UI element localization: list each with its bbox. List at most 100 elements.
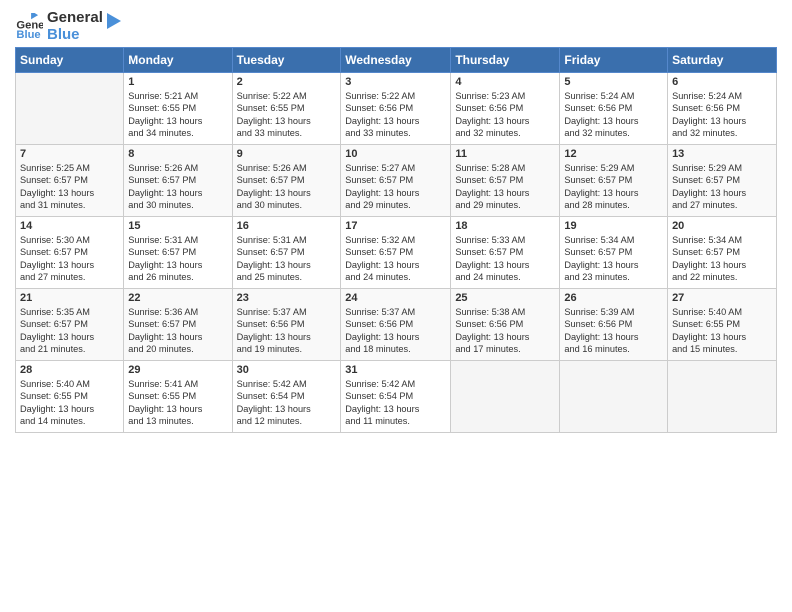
calendar-cell: 1Sunrise: 5:21 AM Sunset: 6:55 PM Daylig…: [124, 73, 232, 145]
cell-details: Sunrise: 5:22 AM Sunset: 6:56 PM Dayligh…: [345, 90, 446, 140]
day-number: 3: [345, 76, 446, 88]
cell-details: Sunrise: 5:37 AM Sunset: 6:56 PM Dayligh…: [345, 306, 446, 356]
cell-details: Sunrise: 5:30 AM Sunset: 6:57 PM Dayligh…: [20, 234, 119, 284]
calendar-cell: 13 Sunrise: 5:29 AM Sunset: 6:57 PM Dayli…: [668, 145, 777, 217]
day-number: 21: [20, 292, 119, 304]
calendar-cell: 5Sunrise: 5:24 AM Sunset: 6:56 PM Daylig…: [560, 73, 668, 145]
cell-details: Sunrise: 5:38 AM Sunset: 6:56 PM Dayligh…: [455, 306, 555, 356]
calendar-cell: [16, 73, 124, 145]
logo: General Blue General Blue: [15, 10, 125, 43]
col-header-thursday: Thursday: [451, 48, 560, 73]
cell-details: Sunrise: 5:40 AM Sunset: 6:55 PM Dayligh…: [672, 306, 772, 356]
cell-details: Sunrise: 5:26 AM Sunset: 6:57 PM Dayligh…: [128, 162, 227, 212]
logo-flag-icon: [103, 11, 125, 33]
calendar-cell: 11Sunrise: 5:28 AM Sunset: 6:57 PM Dayli…: [451, 145, 560, 217]
day-number: 23: [237, 292, 337, 304]
cell-details: Sunrise: 5:33 AM Sunset: 6:57 PM Dayligh…: [455, 234, 555, 284]
calendar-cell: 2Sunrise: 5:22 AM Sunset: 6:55 PM Daylig…: [232, 73, 341, 145]
cell-details: Sunrise: 5:24 AM Sunset: 6:56 PM Dayligh…: [672, 90, 772, 140]
day-number: 13: [672, 148, 772, 160]
day-number: 26: [564, 292, 663, 304]
calendar-header-row: SundayMondayTuesdayWednesdayThursdayFrid…: [16, 48, 777, 73]
cell-details: Sunrise: 5:29 AM Sunset: 6:57 PM Dayligh…: [672, 162, 772, 212]
cell-details: Sunrise: 5:29 AM Sunset: 6:57 PM Dayligh…: [564, 162, 663, 212]
cell-details: Sunrise: 5:34 AM Sunset: 6:57 PM Dayligh…: [564, 234, 663, 284]
week-row-4: 21Sunrise: 5:35 AM Sunset: 6:57 PM Dayli…: [16, 289, 777, 361]
week-row-2: 7 Sunrise: 5:25 AM Sunset: 6:57 PM Daylig…: [16, 145, 777, 217]
calendar-cell: 17 Sunrise: 5:32 AM Sunset: 6:57 PM Dayli…: [341, 217, 451, 289]
calendar-cell: 14 Sunrise: 5:30 AM Sunset: 6:57 PM Dayli…: [16, 217, 124, 289]
calendar-cell: 6 Sunrise: 5:24 AM Sunset: 6:56 PM Daylig…: [668, 73, 777, 145]
calendar-cell: [451, 361, 560, 433]
logo-general: General: [47, 10, 103, 27]
day-number: 19: [564, 220, 663, 232]
day-number: 4: [455, 76, 555, 88]
calendar-cell: 29 Sunrise: 5:41 AM Sunset: 6:55 PM Dayli…: [124, 361, 232, 433]
day-number: 17: [345, 220, 446, 232]
col-header-friday: Friday: [560, 48, 668, 73]
day-number: 12: [564, 148, 663, 160]
cell-details: Sunrise: 5:37 AM Sunset: 6:56 PM Dayligh…: [237, 306, 337, 356]
calendar-cell: 15 Sunrise: 5:31 AM Sunset: 6:57 PM Dayli…: [124, 217, 232, 289]
day-number: 27: [672, 292, 772, 304]
calendar-cell: 20 Sunrise: 5:34 AM Sunset: 6:57 PM Dayli…: [668, 217, 777, 289]
day-number: 18: [455, 220, 555, 232]
calendar-cell: 31 Sunrise: 5:42 AM Sunset: 6:54 PM Dayli…: [341, 361, 451, 433]
day-number: 31: [345, 364, 446, 376]
calendar-cell: 30 Sunrise: 5:42 AM Sunset: 6:54 PM Dayli…: [232, 361, 341, 433]
cell-details: Sunrise: 5:28 AM Sunset: 6:57 PM Dayligh…: [455, 162, 555, 212]
logo-text: General Blue: [47, 10, 103, 43]
calendar-cell: 7 Sunrise: 5:25 AM Sunset: 6:57 PM Daylig…: [16, 145, 124, 217]
day-number: 29: [128, 364, 227, 376]
page-container: General Blue General Blue SundayMondayTu…: [0, 0, 792, 443]
col-header-saturday: Saturday: [668, 48, 777, 73]
day-number: 25: [455, 292, 555, 304]
logo-icon: General Blue: [15, 13, 43, 41]
cell-details: Sunrise: 5:42 AM Sunset: 6:54 PM Dayligh…: [345, 378, 446, 428]
svg-text:Blue: Blue: [16, 29, 40, 41]
calendar-cell: 16 Sunrise: 5:31 AM Sunset: 6:57 PM Dayli…: [232, 217, 341, 289]
day-number: 10: [345, 148, 446, 160]
week-row-3: 14 Sunrise: 5:30 AM Sunset: 6:57 PM Dayli…: [16, 217, 777, 289]
cell-details: Sunrise: 5:32 AM Sunset: 6:57 PM Dayligh…: [345, 234, 446, 284]
calendar-cell: 8Sunrise: 5:26 AM Sunset: 6:57 PM Daylig…: [124, 145, 232, 217]
calendar-cell: 26 Sunrise: 5:39 AM Sunset: 6:56 PM Dayli…: [560, 289, 668, 361]
day-number: 1: [128, 76, 227, 88]
day-number: 24: [345, 292, 446, 304]
calendar-cell: 25 Sunrise: 5:38 AM Sunset: 6:56 PM Dayli…: [451, 289, 560, 361]
cell-details: Sunrise: 5:31 AM Sunset: 6:57 PM Dayligh…: [128, 234, 227, 284]
day-number: 16: [237, 220, 337, 232]
logo-blue: Blue: [47, 27, 103, 44]
day-number: 6: [672, 76, 772, 88]
page-header: General Blue General Blue: [15, 10, 777, 43]
day-number: 14: [20, 220, 119, 232]
calendar-cell: 21Sunrise: 5:35 AM Sunset: 6:57 PM Dayli…: [16, 289, 124, 361]
day-number: 5: [564, 76, 663, 88]
cell-details: Sunrise: 5:39 AM Sunset: 6:56 PM Dayligh…: [564, 306, 663, 356]
calendar-cell: 24 Sunrise: 5:37 AM Sunset: 6:56 PM Dayli…: [341, 289, 451, 361]
day-number: 15: [128, 220, 227, 232]
calendar-cell: 19 Sunrise: 5:34 AM Sunset: 6:57 PM Dayli…: [560, 217, 668, 289]
day-number: 7: [20, 148, 119, 160]
calendar-cell: 3 Sunrise: 5:22 AM Sunset: 6:56 PM Daylig…: [341, 73, 451, 145]
cell-details: Sunrise: 5:26 AM Sunset: 6:57 PM Dayligh…: [237, 162, 337, 212]
calendar-cell: 4 Sunrise: 5:23 AM Sunset: 6:56 PM Daylig…: [451, 73, 560, 145]
cell-details: Sunrise: 5:27 AM Sunset: 6:57 PM Dayligh…: [345, 162, 446, 212]
calendar-cell: 23 Sunrise: 5:37 AM Sunset: 6:56 PM Dayli…: [232, 289, 341, 361]
cell-details: Sunrise: 5:25 AM Sunset: 6:57 PM Dayligh…: [20, 162, 119, 212]
cell-details: Sunrise: 5:42 AM Sunset: 6:54 PM Dayligh…: [237, 378, 337, 428]
calendar-cell: 12 Sunrise: 5:29 AM Sunset: 6:57 PM Dayli…: [560, 145, 668, 217]
cell-details: Sunrise: 5:41 AM Sunset: 6:55 PM Dayligh…: [128, 378, 227, 428]
day-number: 28: [20, 364, 119, 376]
cell-details: Sunrise: 5:31 AM Sunset: 6:57 PM Dayligh…: [237, 234, 337, 284]
cell-details: Sunrise: 5:23 AM Sunset: 6:56 PM Dayligh…: [455, 90, 555, 140]
day-number: 20: [672, 220, 772, 232]
cell-details: Sunrise: 5:34 AM Sunset: 6:57 PM Dayligh…: [672, 234, 772, 284]
cell-details: Sunrise: 5:40 AM Sunset: 6:55 PM Dayligh…: [20, 378, 119, 428]
calendar-cell: [560, 361, 668, 433]
calendar-cell: 9Sunrise: 5:26 AM Sunset: 6:57 PM Daylig…: [232, 145, 341, 217]
day-number: 30: [237, 364, 337, 376]
calendar-cell: [668, 361, 777, 433]
week-row-1: 1Sunrise: 5:21 AM Sunset: 6:55 PM Daylig…: [16, 73, 777, 145]
calendar-cell: 22Sunrise: 5:36 AM Sunset: 6:57 PM Dayli…: [124, 289, 232, 361]
